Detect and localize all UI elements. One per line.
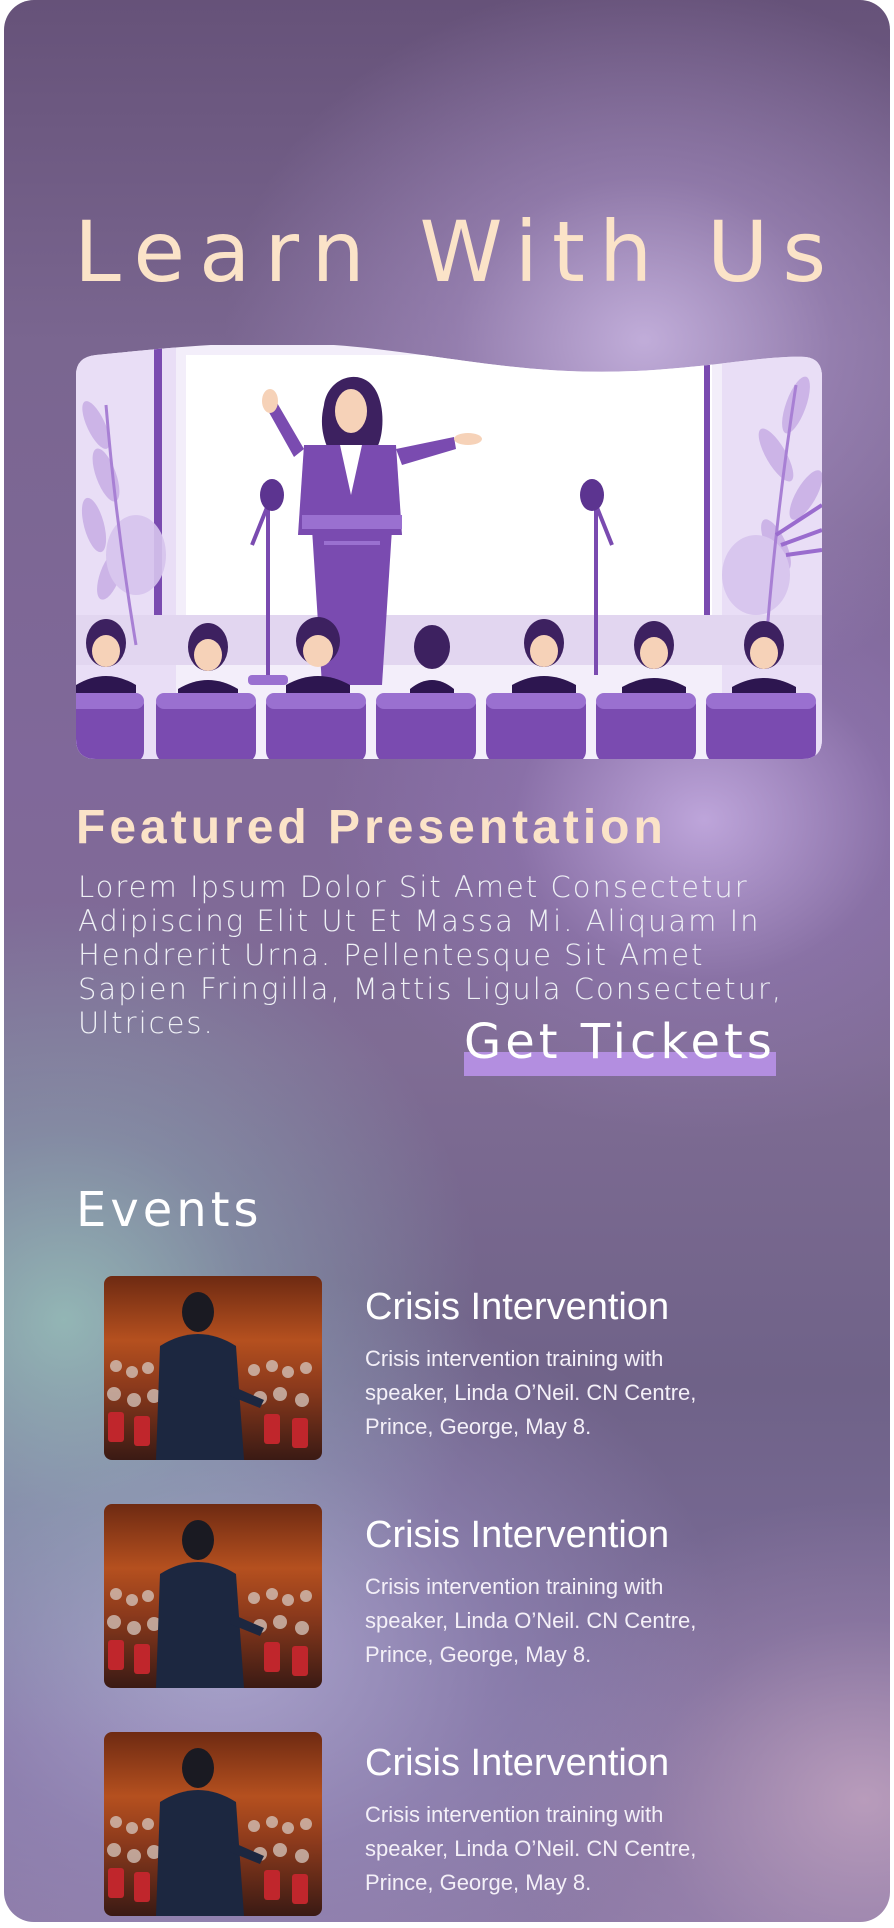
hero-illustration bbox=[76, 345, 822, 759]
event-description: Crisis intervention training with speake… bbox=[365, 1346, 697, 1439]
event-thumbnail bbox=[104, 1276, 322, 1460]
event-thumbnail bbox=[104, 1504, 322, 1688]
get-tickets-button[interactable]: Get Tickets bbox=[464, 1018, 776, 1078]
event-card[interactable]: Crisis Intervention Crisis intervention … bbox=[4, 1504, 890, 1694]
event-title: Crisis Intervention bbox=[365, 1514, 670, 1556]
event-card[interactable]: Crisis Intervention Crisis intervention … bbox=[4, 1276, 890, 1466]
event-thumbnail bbox=[104, 1732, 322, 1916]
page-title: Learn With Us bbox=[74, 203, 841, 301]
featured-title: Featured Presentation bbox=[76, 801, 667, 854]
event-title: Crisis Intervention bbox=[365, 1286, 670, 1328]
event-description: Crisis intervention training with speake… bbox=[365, 1802, 697, 1895]
app-screen: Learn With Us Featured Presentation Lore… bbox=[4, 0, 890, 1922]
get-tickets-label: Get Tickets bbox=[464, 1014, 776, 1070]
events-heading: Events bbox=[76, 1182, 263, 1238]
event-title: Crisis Intervention bbox=[365, 1742, 670, 1784]
event-description: Crisis intervention training with speake… bbox=[365, 1574, 697, 1667]
event-card[interactable]: Crisis Intervention Crisis intervention … bbox=[4, 1732, 890, 1922]
